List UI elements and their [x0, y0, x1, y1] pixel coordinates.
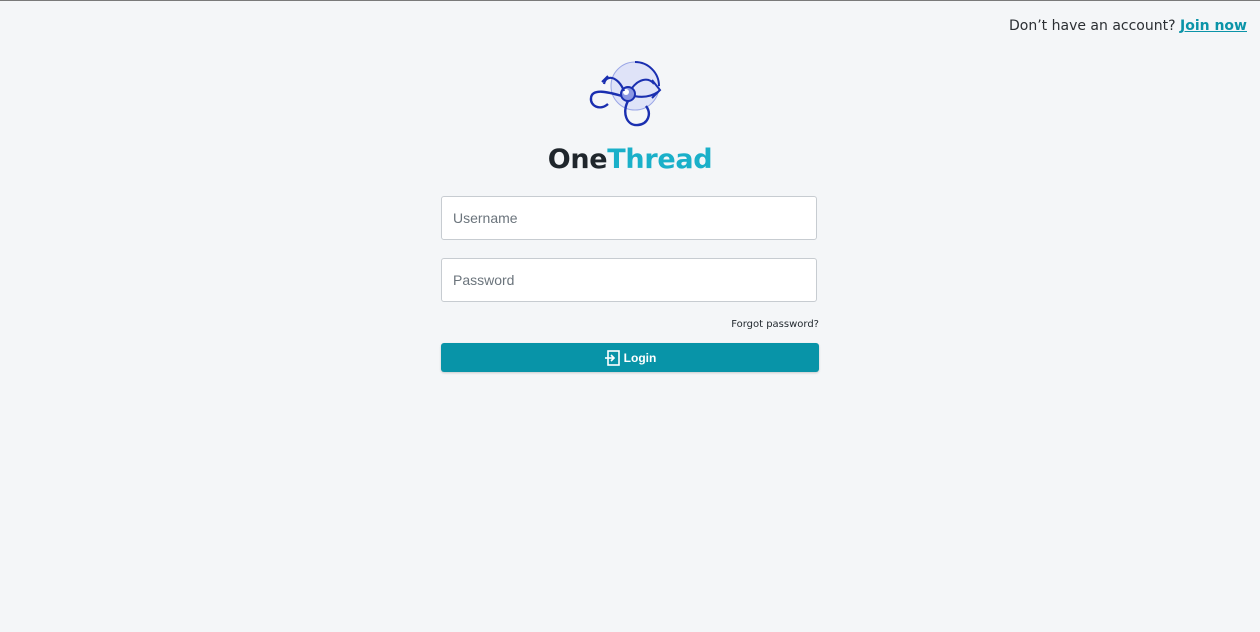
login-arrow-icon	[604, 349, 620, 366]
onethread-logo-icon	[588, 58, 672, 130]
brand-name-one: One	[547, 144, 608, 175]
forgot-password-link[interactable]: Forgot password?	[731, 319, 819, 330]
password-input[interactable]	[441, 258, 817, 302]
signup-prompt-text: Don’t have an account?	[1009, 18, 1176, 34]
username-input[interactable]	[441, 196, 817, 240]
signup-prompt: Don’t have an account? Join now	[1009, 18, 1247, 34]
brand-name-thread: Thread	[607, 144, 713, 175]
login-button-label: Login	[623, 350, 657, 365]
brand-name: OneThread	[0, 144, 1260, 175]
join-now-link[interactable]: Join now	[1180, 18, 1247, 34]
login-button[interactable]: Login	[441, 343, 819, 372]
